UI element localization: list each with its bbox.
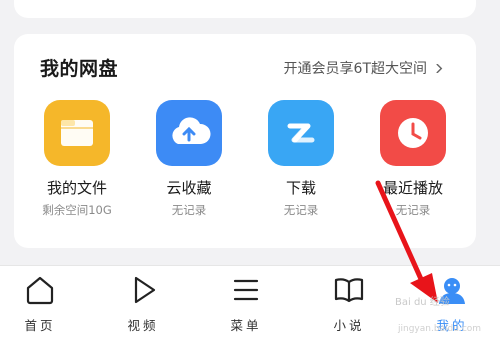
tab-label: 菜单 bbox=[230, 318, 262, 333]
download-item[interactable]: 下载 无记录 bbox=[246, 100, 356, 218]
tab-label: 首页 bbox=[24, 318, 56, 333]
cloud-upload-icon bbox=[156, 100, 222, 166]
watermark: Bai du 经验 bbox=[395, 297, 450, 308]
tab-label: 小说 bbox=[333, 318, 365, 333]
item-label: 下载 bbox=[285, 179, 316, 197]
my-netdisk-card: 我的网盘 开通会员享6T超大空间 我的文件 剩余空间10G 云收藏 无记录 下载… bbox=[14, 34, 476, 248]
item-label: 我的文件 bbox=[46, 179, 107, 197]
vip-promo-text: 开通会员享6T超大空间 bbox=[283, 61, 427, 77]
home-icon bbox=[26, 276, 54, 305]
previous-card bbox=[14, 0, 476, 18]
chevron-right-icon bbox=[436, 63, 443, 73]
netdisk-title: 我的网盘 bbox=[40, 58, 119, 80]
tab-menu[interactable]: 菜单 bbox=[206, 266, 286, 346]
item-subtitle: 剩余空间10G bbox=[42, 203, 112, 217]
my-files-item[interactable]: 我的文件 剩余空间10G bbox=[22, 100, 132, 218]
tab-home[interactable]: 首页 bbox=[0, 266, 80, 346]
folder-icon bbox=[44, 100, 110, 166]
item-subtitle: 无记录 bbox=[171, 203, 207, 217]
item-label: 最近播放 bbox=[382, 179, 443, 197]
item-label: 云收藏 bbox=[166, 179, 212, 197]
tab-novel[interactable]: 小说 bbox=[309, 266, 389, 346]
clock-icon bbox=[380, 100, 446, 166]
tab-video[interactable]: 视频 bbox=[103, 266, 183, 346]
vip-promo-link[interactable]: 开通会员享6T超大空间 bbox=[284, 58, 444, 78]
download-icon bbox=[268, 100, 334, 166]
recent-play-item[interactable]: 最近播放 无记录 bbox=[358, 100, 468, 218]
menu-icon bbox=[233, 279, 259, 301]
cloud-favorites-item[interactable]: 云收藏 无记录 bbox=[134, 100, 244, 218]
book-icon bbox=[334, 278, 364, 303]
play-icon bbox=[134, 276, 156, 304]
item-subtitle: 无记录 bbox=[395, 203, 431, 217]
tab-label: 视频 bbox=[127, 318, 159, 333]
item-subtitle: 无记录 bbox=[283, 203, 319, 217]
watermark-url: jingyan.baidu.com bbox=[398, 324, 482, 334]
